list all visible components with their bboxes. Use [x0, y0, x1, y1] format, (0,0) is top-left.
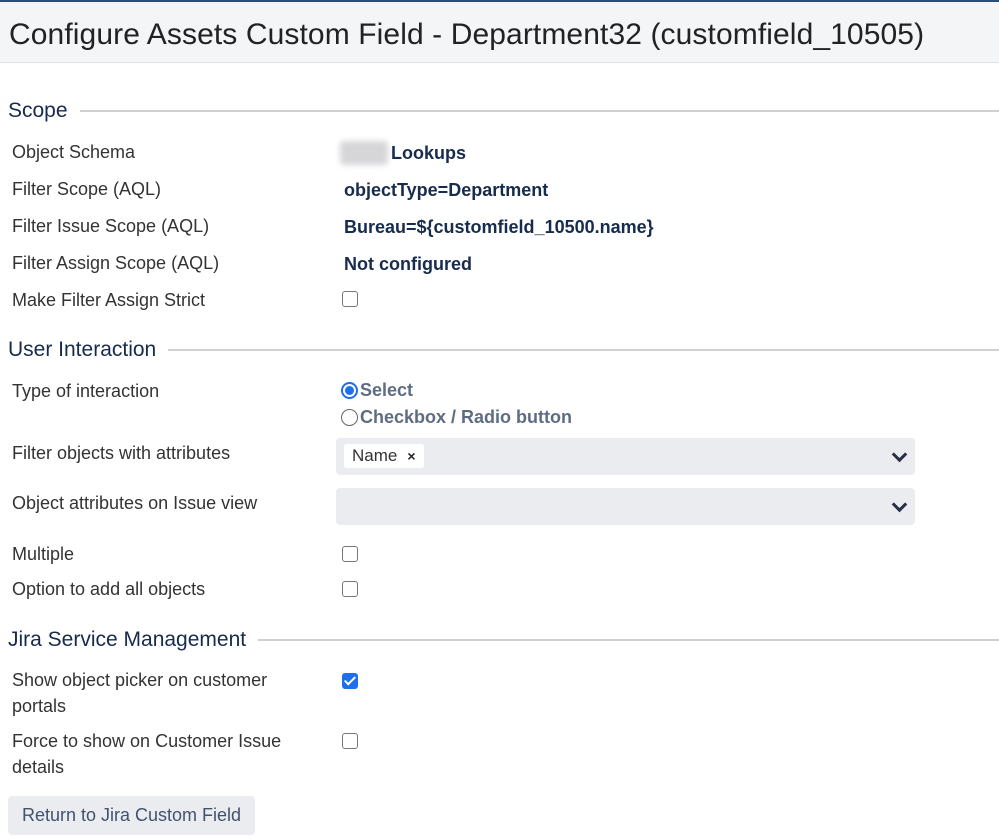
return-button[interactable]: Return to Jira Custom Field — [8, 796, 255, 835]
radio-button-selected[interactable] — [341, 382, 358, 399]
redacted-text — [340, 141, 388, 165]
show-picker-label: Show object picker on customer portals — [12, 670, 268, 716]
add-all-label: Option to add all objects — [12, 579, 206, 599]
filter-issue-scope-label: Filter Issue Scope (AQL) — [12, 216, 210, 236]
chevron-down-icon[interactable] — [891, 496, 908, 513]
section-jsm: Jira Service Management — [8, 628, 999, 652]
section-heading: User Interaction — [8, 338, 157, 361]
section-heading: Jira Service Management — [8, 628, 247, 651]
divider — [258, 639, 999, 641]
remove-tag-icon[interactable]: × — [407, 448, 415, 464]
radio-select[interactable]: Select — [341, 380, 413, 401]
filter-attrs-label: Filter objects with attributes — [12, 443, 231, 463]
make-strict-checkbox[interactable] — [342, 291, 358, 307]
filter-scope-value: objectType=Department — [344, 180, 549, 200]
show-picker-checkbox[interactable] — [342, 673, 358, 689]
chevron-down-icon[interactable] — [891, 446, 908, 463]
type-of-interaction-label: Type of interaction — [12, 381, 160, 401]
add-all-checkbox[interactable] — [342, 581, 358, 597]
radio-label: Select — [360, 380, 414, 400]
filter-attrs-select[interactable]: Name × — [336, 438, 915, 475]
multiple-checkbox[interactable] — [342, 546, 358, 562]
page-title: Configure Assets Custom Field - Departme… — [9, 18, 925, 51]
section-user-interaction: User Interaction — [8, 338, 999, 362]
object-schema-value: Lookups — [391, 143, 466, 163]
force-show-checkbox[interactable] — [342, 733, 358, 749]
page-header: Configure Assets Custom Field - Departme… — [0, 2, 999, 63]
filter-issue-scope-value: Bureau=${customfield_10500.name} — [344, 217, 654, 237]
radio-button[interactable] — [341, 409, 358, 426]
radio-label: Checkbox / Radio button — [360, 407, 573, 427]
attribute-tag: Name × — [344, 444, 424, 468]
section-scope: Scope — [8, 99, 999, 123]
force-show-label: Force to show on Customer Issue details — [12, 731, 282, 777]
divider — [168, 349, 999, 351]
section-heading: Scope — [8, 99, 68, 122]
divider — [79, 110, 999, 112]
filter-assign-scope-label: Filter Assign Scope (AQL) — [12, 253, 220, 273]
issue-view-attrs-select[interactable] — [336, 488, 915, 525]
tag-label: Name — [352, 446, 398, 465]
make-strict-label: Make Filter Assign Strict — [12, 290, 206, 310]
radio-checkbox[interactable]: Checkbox / Radio button — [341, 407, 572, 428]
multiple-label: Multiple — [12, 544, 75, 564]
filter-scope-label: Filter Scope (AQL) — [12, 179, 162, 199]
object-schema-label: Object Schema — [12, 142, 136, 162]
issue-view-attrs-label: Object attributes on Issue view — [12, 493, 258, 513]
filter-assign-scope-value: Not configured — [344, 254, 472, 274]
